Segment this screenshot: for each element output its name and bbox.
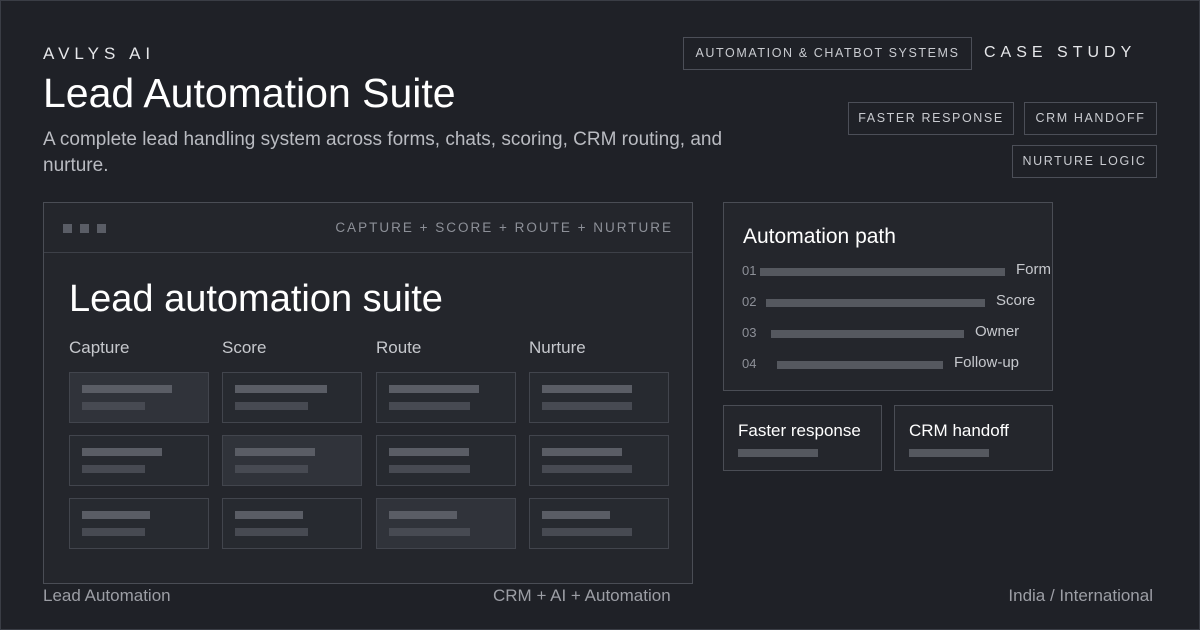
tag-faster-response: FASTER RESPONSE — [848, 102, 1014, 135]
placeholder-card — [529, 435, 669, 486]
path-step: 03 Owner — [724, 323, 1064, 343]
window-caption: CAPTURE + SCORE + ROUTE + NURTURE — [335, 220, 673, 235]
placeholder-card — [69, 372, 209, 423]
placeholder-card — [376, 372, 516, 423]
feature-card-faster-response: Faster response — [723, 405, 882, 471]
path-step-label: Form — [1016, 261, 1051, 278]
window-dot-icon — [97, 224, 106, 233]
path-step-number: 04 — [742, 356, 757, 371]
feature-card-bar — [738, 449, 818, 457]
path-step-bar — [760, 268, 1005, 276]
placeholder-card — [529, 372, 669, 423]
path-step: 01 Form — [724, 261, 1064, 281]
column-header-capture: Capture — [69, 338, 130, 357]
placeholder-card — [69, 498, 209, 549]
column-header-nurture: Nurture — [529, 338, 586, 357]
placeholder-card — [376, 435, 516, 486]
tag-crm-handoff: CRM HANDOFF — [1024, 102, 1157, 135]
feature-card-bar — [909, 449, 989, 457]
placeholder-card — [222, 498, 362, 549]
feature-card-crm-handoff: CRM handoff — [894, 405, 1053, 471]
brand-name: AVLYS AI — [43, 44, 156, 63]
mock-app-window: CAPTURE + SCORE + ROUTE + NURTURE Lead a… — [43, 202, 693, 584]
footer-left: Lead Automation — [43, 586, 171, 605]
automation-path-title: Automation path — [743, 225, 896, 248]
placeholder-card — [69, 435, 209, 486]
placeholder-card — [222, 372, 362, 423]
feature-card-label: Faster response — [738, 421, 861, 440]
window-title-bar: CAPTURE + SCORE + ROUTE + NURTURE — [44, 203, 692, 253]
footer-center: CRM + AI + Automation — [493, 586, 671, 605]
path-step-label: Score — [996, 292, 1036, 309]
path-step-label: Follow-up — [954, 354, 1020, 371]
window-dot-icon — [80, 224, 89, 233]
feature-card-label: CRM handoff — [909, 421, 1009, 440]
tag-nurture-logic: NURTURE LOGIC — [1012, 145, 1157, 178]
column-header-score: Score — [222, 338, 267, 357]
category-tag: AUTOMATION & CHATBOT SYSTEMS — [683, 37, 972, 70]
page-title: Lead Automation Suite — [43, 70, 456, 116]
placeholder-card — [222, 435, 362, 486]
path-step-bar — [777, 361, 943, 369]
path-step-number: 03 — [742, 325, 757, 340]
path-step: 04 Follow-up — [724, 354, 1064, 374]
case-study-label: CASE STUDY — [984, 44, 1137, 61]
window-dot-icon — [63, 224, 72, 233]
automation-path-panel: Automation path 01 Form 02 Score 03 Owne… — [723, 202, 1053, 391]
path-step-number: 02 — [742, 294, 757, 309]
window-title: Lead automation suite — [69, 278, 443, 320]
column-header-route: Route — [376, 338, 422, 357]
page-subtitle: A complete lead handling system across f… — [43, 129, 723, 176]
path-step: 02 Score — [724, 292, 1064, 312]
footer-right: India / International — [1008, 586, 1153, 605]
path-step-number: 01 — [742, 263, 757, 278]
placeholder-card — [529, 498, 669, 549]
path-step-bar — [771, 330, 964, 338]
path-step-label: Owner — [975, 323, 1020, 340]
placeholder-card — [376, 498, 516, 549]
path-step-bar — [766, 299, 985, 307]
